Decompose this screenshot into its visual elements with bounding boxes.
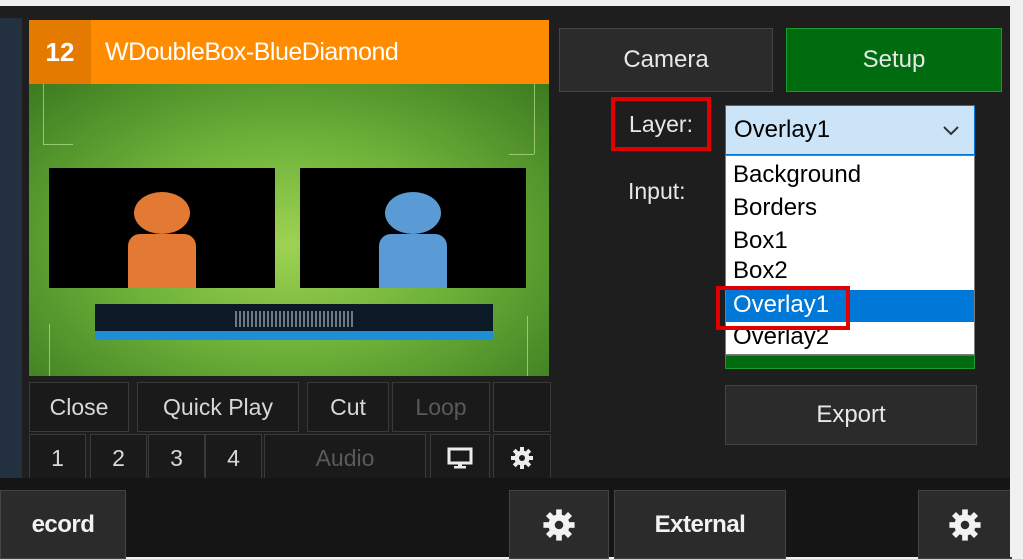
input-title: WDoubleBox-BlueDiamond [105,37,399,66]
bottom-toolbar [0,478,1010,557]
layer-select[interactable]: Overlay1 [725,105,975,155]
output-button[interactable] [430,434,490,482]
circuit-line [43,144,73,146]
cut-button[interactable]: Cut [307,382,389,432]
box1-frame [49,168,275,288]
layer-option-borders[interactable]: Borders [726,193,974,225]
layer-label: Layer: [611,97,711,151]
input-label: Input: [628,178,686,204]
layer-3-button[interactable]: 3 [148,434,205,482]
lower-third-text [235,311,355,327]
layer-option-background[interactable]: Background [726,160,974,192]
circuit-line [534,84,536,154]
input-settings-button[interactable] [493,434,551,482]
left-panel-edge [0,18,22,478]
person-placeholder-head [385,192,441,234]
monitor-icon [447,447,473,469]
setup-button[interactable]: Setup [786,28,1002,92]
layer-toggle-strip[interactable] [725,355,975,369]
lower-third-stripe [95,331,493,340]
circuit-line [509,154,534,156]
gear-icon [511,447,533,469]
record-button[interactable]: ecord [0,490,126,559]
layer-4-button[interactable]: 4 [205,434,262,482]
export-button[interactable]: Export [725,385,977,445]
layer-option-box1[interactable]: Box1 [726,226,974,258]
window-edge [1010,6,1023,557]
loop-button[interactable]: Loop [392,382,490,432]
layer-1-button[interactable]: 1 [29,434,86,482]
person-placeholder-head [134,192,190,234]
input-preview[interactable] [29,84,549,376]
input-number: 12 [29,20,91,84]
blank-button[interactable] [493,382,551,432]
external-button[interactable]: External [614,490,786,559]
input-title-bar[interactable]: 12 WDoubleBox-BlueDiamond [29,20,549,84]
record-settings-button[interactable] [509,490,609,559]
external-settings-button[interactable] [918,490,1012,559]
layer-select-value: Overlay1 [734,116,831,143]
person-placeholder-body [128,234,196,288]
lower-third-overlay [95,304,493,340]
circuit-line [43,84,45,144]
gear-icon [949,508,981,541]
chevron-down-icon [943,126,959,136]
layer-2-button[interactable]: 2 [90,434,147,482]
layer-option-overlay1[interactable]: Overlay1 [726,290,974,322]
circuit-line [49,324,51,376]
gear-icon [543,508,575,541]
person-placeholder-body [379,234,447,288]
audio-button[interactable]: Audio [264,434,426,482]
camera-button[interactable]: Camera [559,28,773,92]
quick-play-button[interactable]: Quick Play [137,382,299,432]
circuit-line [527,316,529,376]
layer-dropdown-list[interactable]: Background Borders Box1 Box2 Overlay1 Ov… [725,155,975,355]
layer-option-overlay2[interactable]: Overlay2 [726,324,974,354]
close-button[interactable]: Close [29,382,129,432]
box2-frame [300,168,526,288]
layer-option-box2[interactable]: Box2 [726,258,974,284]
